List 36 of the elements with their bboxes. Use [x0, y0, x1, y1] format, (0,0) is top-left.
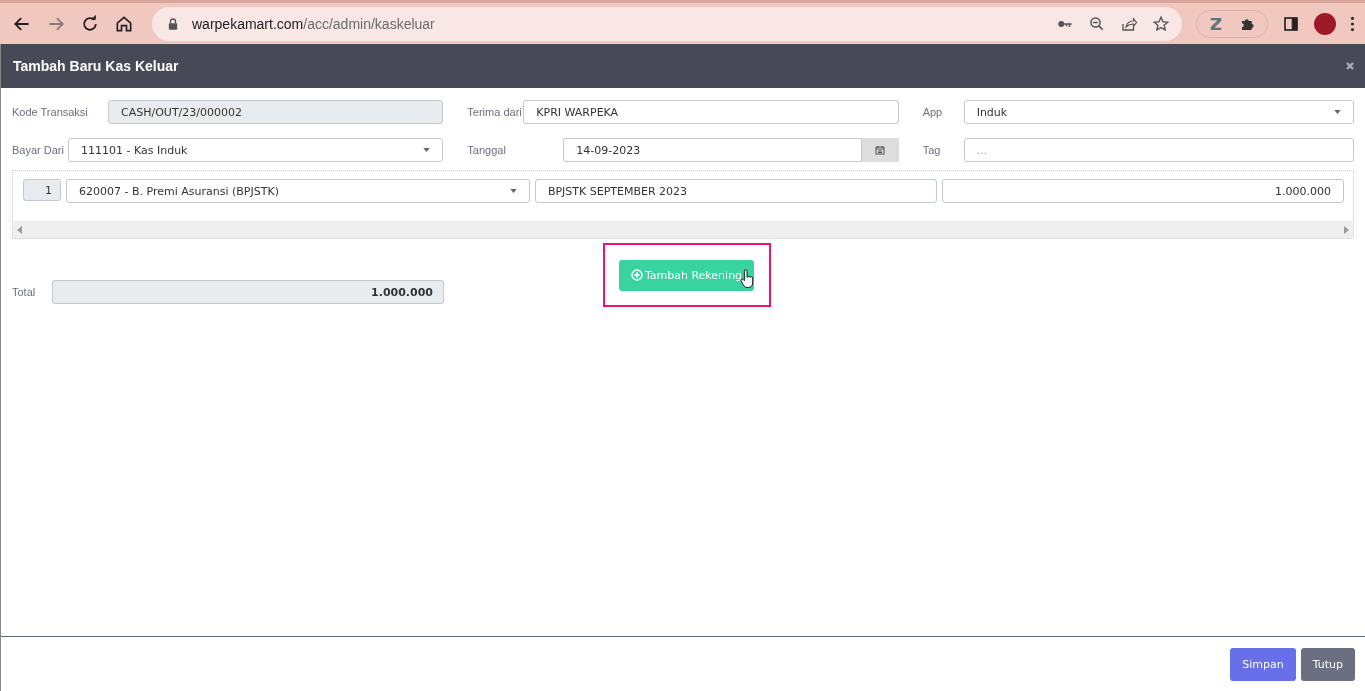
field-label: Bayar Dari	[12, 143, 65, 157]
description-input[interactable]: BPJSTK SEPTEMBER 2023	[534, 179, 937, 203]
close-icon[interactable]	[1345, 61, 1355, 71]
select-dropdown[interactable]: Induk	[963, 100, 1354, 124]
plus-circle-icon	[630, 269, 643, 281]
field-label: Kode Transaksi	[12, 105, 89, 119]
field-label: Tag	[922, 143, 942, 157]
close-button[interactable]: Tutup	[1300, 647, 1355, 681]
caret-icon	[1334, 110, 1341, 114]
amount-input[interactable]: 1.000.000	[941, 179, 1344, 203]
date-input[interactable]: 14-09-2023	[563, 138, 862, 162]
modal-title: Tambah Baru Kas Keluar	[13, 58, 179, 74]
field-label: Tanggal	[467, 143, 507, 157]
star-icon[interactable]	[1152, 14, 1170, 33]
readonly-field: CASH/OUT/23/000002	[108, 100, 444, 124]
select-dropdown[interactable]: 111101 - Kas Induk	[68, 138, 444, 162]
address-bar[interactable]: warpekamart.com/acc/admin/kaskeluar	[152, 6, 1182, 41]
reload-icon[interactable]	[80, 13, 100, 34]
total-label: Total	[12, 285, 37, 299]
text-input[interactable]: KPRI WARPEKA	[523, 100, 899, 124]
profile-avatar[interactable]	[1314, 12, 1336, 35]
calendar-icon	[875, 145, 886, 155]
zoom-out-icon[interactable]	[1088, 14, 1106, 33]
hand-cursor-icon	[739, 269, 754, 289]
side-panel-icon[interactable]	[1282, 14, 1300, 33]
total-field: 1.000.000	[52, 280, 444, 304]
caret-icon	[509, 189, 517, 193]
lock-icon	[168, 17, 178, 30]
calendar-button[interactable]	[861, 138, 899, 162]
menu-icon[interactable]	[1350, 15, 1355, 32]
line-number: 1	[23, 179, 61, 201]
field-label: Terima dari	[467, 105, 523, 119]
account-select[interactable]: 620007 - B. Premi Asuransi (BPJSTK)	[66, 179, 530, 203]
caret-icon	[423, 148, 431, 152]
field-label: App	[922, 105, 944, 119]
save-button[interactable]: Simpan	[1230, 647, 1296, 681]
